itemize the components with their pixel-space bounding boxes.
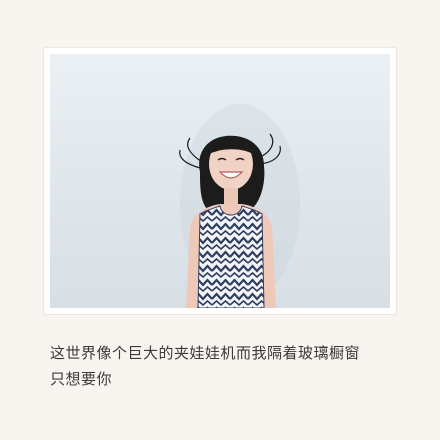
caption-line: 这世界像个巨大的夹娃娃机而我隔着玻璃橱窗 <box>50 344 361 362</box>
caption-line: 只想要你 <box>50 370 113 388</box>
post-caption: 这世界像个巨大的夹娃娃机而我隔着玻璃橱窗 只想要你 <box>50 340 410 392</box>
post-photo[interactable] <box>50 54 390 308</box>
photo-card[interactable] <box>44 48 396 314</box>
tank-top <box>197 205 265 308</box>
post-page: 这世界像个巨大的夹娃娃机而我隔着玻璃橱窗 只想要你 <box>0 0 440 440</box>
photo-illustration <box>50 54 390 308</box>
